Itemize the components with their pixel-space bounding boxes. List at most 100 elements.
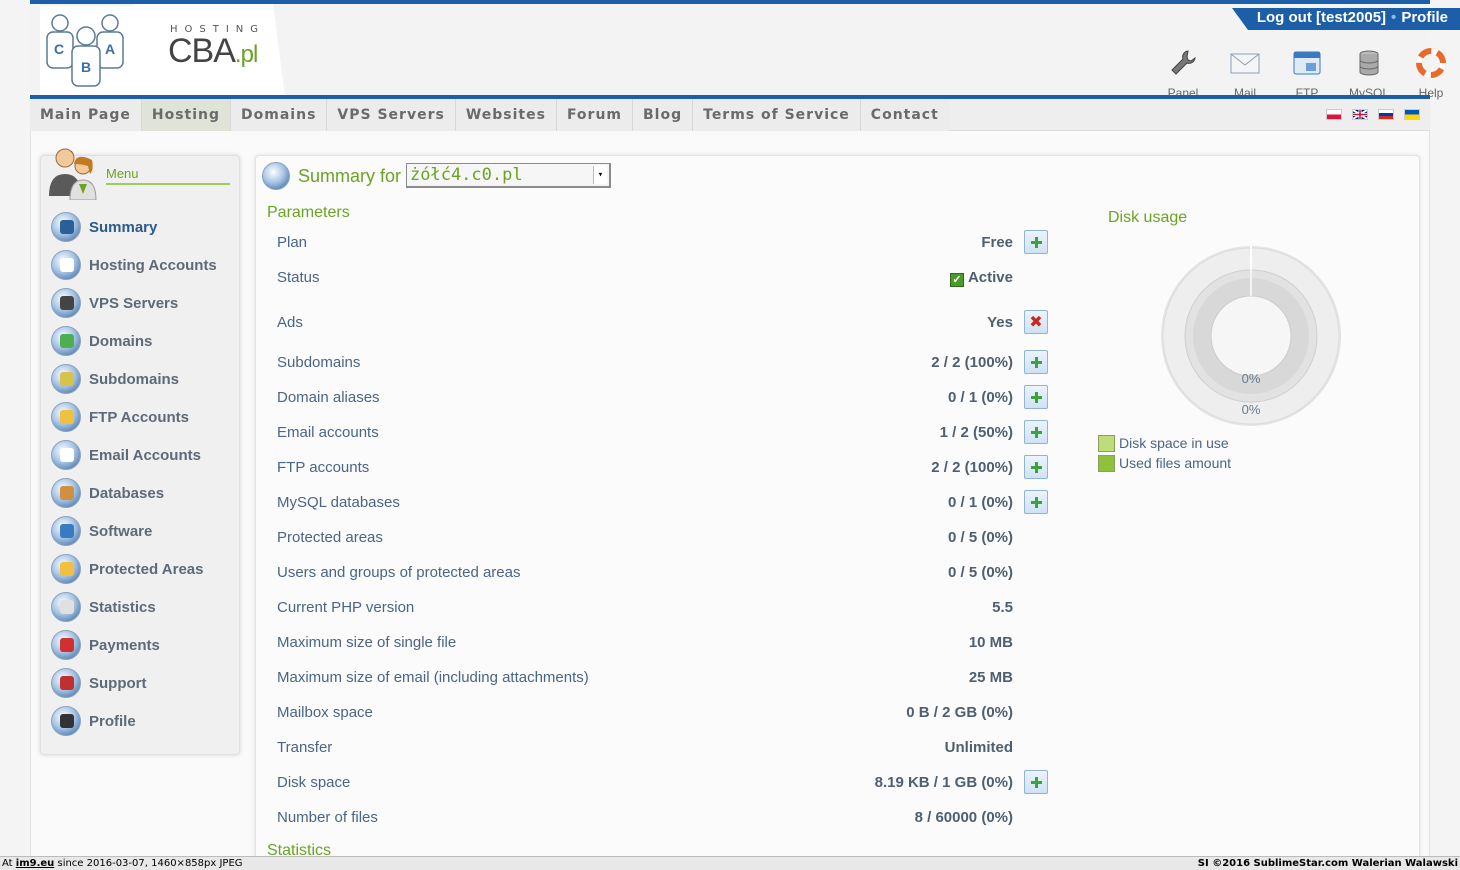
page-left-margin — [0, 0, 30, 856]
sidebar-item-payments[interactable]: Payments — [51, 626, 217, 664]
sidebar-item-hosting-accounts[interactable]: Hosting Accounts — [51, 246, 217, 284]
chevron-down-icon[interactable]: ▾ — [593, 166, 607, 184]
main-nav: Main Page Hosting Domains VPS Servers We… — [30, 99, 1430, 131]
server-icon — [51, 288, 81, 318]
param-value: 1 / 2 (50%) — [940, 424, 1013, 441]
nav-blog[interactable]: Blog — [633, 99, 694, 131]
close-icon: ✖ — [1029, 312, 1043, 331]
sidebar-item-label: Subdomains — [89, 370, 180, 388]
param-label: Disk space — [277, 774, 351, 791]
logo-wordmark[interactable]: CBA.pl — [168, 32, 258, 71]
ru-flag-icon[interactable] — [1378, 109, 1394, 120]
sidebar-item-databases[interactable]: Databases — [51, 474, 217, 512]
mail-shortcut[interactable]: Mail — [1214, 48, 1276, 100]
nav-terms-of-service[interactable]: Terms of Service — [693, 99, 861, 131]
uk-flag-icon[interactable] — [1352, 109, 1368, 120]
upgrade-plus-button[interactable] — [1024, 230, 1048, 254]
sidebar-item-protected-areas[interactable]: Protected Areas — [51, 550, 217, 588]
menu-underline — [106, 183, 230, 185]
envelope-icon — [51, 440, 81, 470]
sidebar-menu: Summary Hosting Accounts VPS Servers Domain… — [51, 208, 217, 740]
param-value-text: 0 / 5 (0%) — [947, 564, 1013, 581]
sidebar-item-vps-servers[interactable]: VPS Servers — [51, 284, 217, 322]
summary-icon — [262, 162, 290, 190]
legend-swatch — [1098, 454, 1115, 472]
ftp-shortcut[interactable]: FTP — [1276, 48, 1338, 100]
upgrade-plus-button[interactable] — [1024, 385, 1048, 409]
upgrade-plus-button[interactable] — [1024, 770, 1048, 794]
sidebar-item-domains[interactable]: Domains — [51, 322, 217, 360]
param-row-ads: Ads Yes ✖ — [277, 308, 1052, 338]
mysql-shortcut[interactable]: MySQL — [1338, 48, 1400, 100]
sidebar-item-label: Profile — [89, 712, 136, 730]
upgrade-plus-button[interactable] — [1024, 490, 1048, 514]
param-value: 0 / 5 (0%) — [948, 529, 1013, 546]
nav-websites[interactable]: Websites — [455, 99, 557, 131]
nav-domains[interactable]: Domains — [231, 99, 328, 131]
plus-icon — [1035, 777, 1038, 788]
sidebar-item-profile[interactable]: Profile — [51, 702, 217, 740]
panel-shortcut[interactable]: Panel — [1152, 48, 1214, 100]
remove-ads-button[interactable]: ✖ — [1024, 310, 1048, 334]
tool-shortcuts: Panel Mail FTP MySQL Help — [1152, 48, 1460, 100]
upgrade-plus-button[interactable] — [1024, 350, 1048, 374]
nav-forum[interactable]: Forum — [556, 99, 634, 131]
sidebar-item-statistics[interactable]: Statistics — [51, 588, 217, 626]
sidebar-item-subdomains[interactable]: Subdomains — [51, 360, 217, 398]
icon-glyph — [60, 676, 74, 690]
nav-vps-servers[interactable]: VPS Servers — [327, 99, 456, 131]
legend-swatch — [1098, 434, 1115, 452]
sidebar-item-ftp-accounts[interactable]: FTP Accounts — [51, 398, 217, 436]
sidebar-item-software[interactable]: Software — [51, 512, 217, 550]
param-row-domain-aliases: Domain aliases 0 / 1 (0%) — [277, 383, 1052, 413]
nav-contact[interactable]: Contact — [860, 99, 949, 131]
param-value-text: 8 / 60000 (0%) — [914, 809, 1013, 826]
folder-icon — [51, 402, 81, 432]
param-label: Maximum size of single file — [277, 634, 457, 651]
profile-link[interactable]: Profile — [1401, 9, 1448, 26]
param-value-text: 25 MB — [968, 669, 1013, 686]
sidebar-item-label: Hosting Accounts — [89, 256, 217, 274]
sidebar-item-summary[interactable]: Summary — [51, 208, 217, 246]
param-label: Number of files — [277, 809, 378, 826]
upgrade-plus-button[interactable] — [1024, 420, 1048, 444]
footer-left: At im9.eu since 2016-03-07, 1460×858px J… — [2, 857, 243, 870]
param-value-text: Yes — [987, 314, 1013, 331]
pl-flag-icon[interactable] — [1326, 109, 1342, 120]
footer-suffix: since 2016-03-07, 1460×858px JPEG — [57, 858, 243, 869]
param-row-transfer: Transfer Unlimited — [277, 733, 1052, 763]
disk-usage-donut-chart: 0% 0% — [1161, 246, 1341, 426]
envelope-icon — [1230, 53, 1260, 74]
param-value: 2 / 2 (100%) — [931, 459, 1013, 476]
sidebar-item-support[interactable]: Support — [51, 664, 217, 702]
footer-host-link[interactable]: im9.eu — [16, 858, 55, 869]
param-label: FTP accounts — [277, 459, 370, 476]
param-row-maximum-size-of-email-including-attachments: Maximum size of email (including attachm… — [277, 663, 1052, 693]
icon-glyph — [60, 600, 74, 614]
sidebar-item-label: Support — [89, 674, 147, 692]
gear-icon — [51, 516, 81, 546]
param-value-text: Free — [981, 234, 1013, 251]
param-value-text: 2 / 2 (100%) — [931, 459, 1013, 476]
param-label: Domain aliases — [277, 389, 380, 406]
param-value: Yes — [987, 314, 1013, 331]
ua-flag-icon[interactable] — [1404, 109, 1420, 120]
sidebar-item-email-accounts[interactable]: Email Accounts — [51, 436, 217, 474]
param-value-text: 1 / 2 (50%) — [939, 424, 1013, 441]
subdomain-globe-icon — [51, 364, 81, 394]
logout-link[interactable]: Log out [test2005] — [1257, 9, 1386, 26]
menu-title: Menu — [106, 166, 139, 181]
plus-icon — [1035, 427, 1038, 438]
nav-hosting[interactable]: Hosting — [141, 99, 232, 131]
sidebar-item-label: Databases — [89, 484, 165, 502]
help-shortcut[interactable]: Help — [1400, 48, 1460, 100]
domain-select[interactable]: żółć4.c0.pl ▾ — [406, 163, 611, 188]
param-value-text: 5.5 — [992, 599, 1013, 616]
upgrade-plus-button[interactable] — [1024, 455, 1048, 479]
plus-icon — [1035, 462, 1038, 473]
param-label: Subdomains — [277, 354, 361, 371]
icon-glyph — [60, 372, 74, 386]
param-value-text: 0 / 1 (0%) — [947, 494, 1013, 511]
users-menu-icon — [49, 148, 97, 200]
nav-main-page[interactable]: Main Page — [30, 99, 142, 131]
